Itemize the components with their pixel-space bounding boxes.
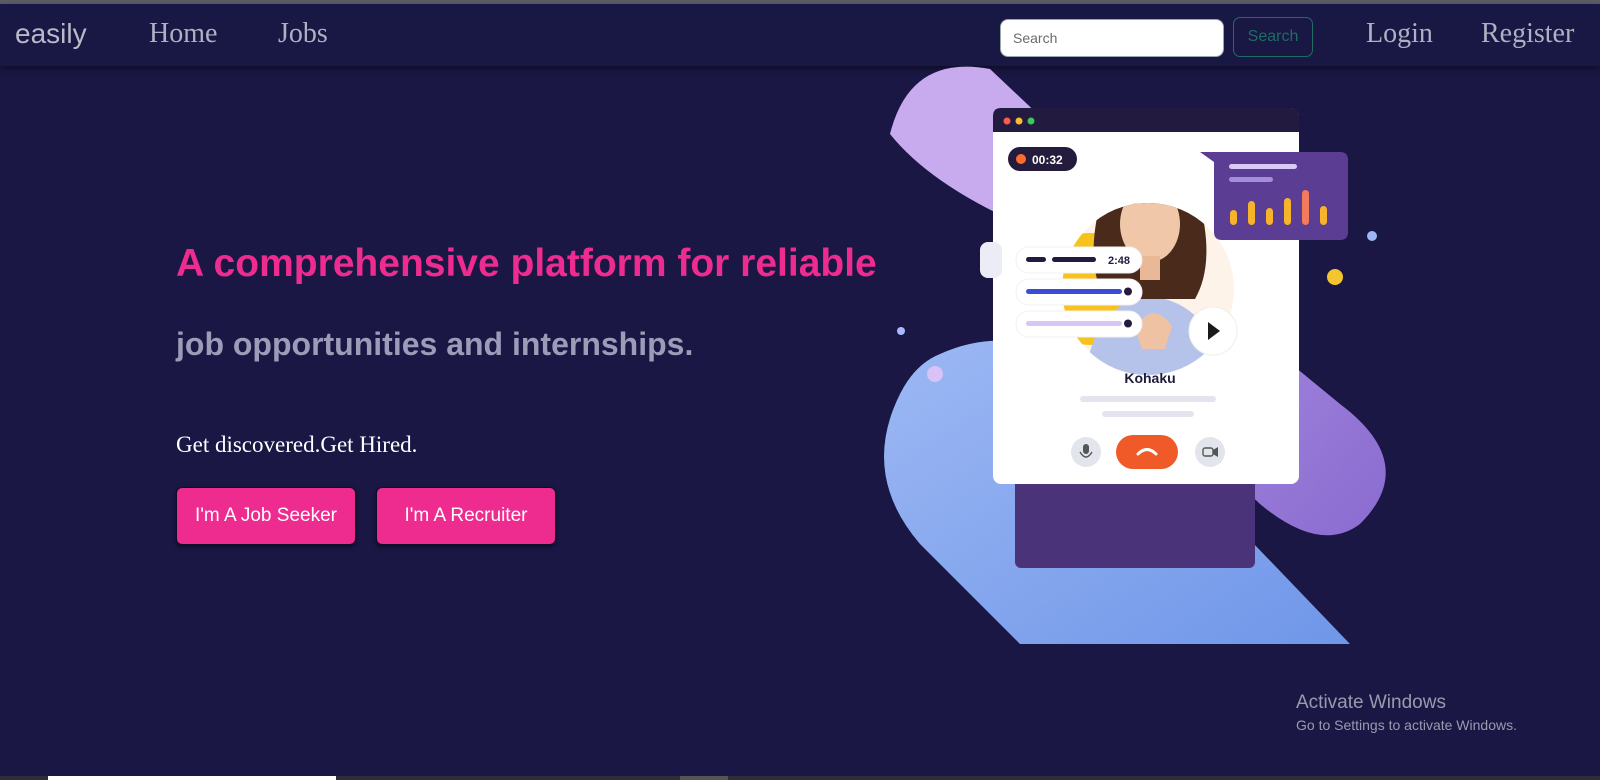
message-duration: 2:48 [1108,255,1130,267]
recruiter-button[interactable]: I'm A Recruiter [376,487,556,545]
window-close-dot-icon [1003,117,1011,125]
call-timer: 00:32 [1032,153,1063,167]
recording-dot-icon [1016,154,1026,164]
nav-link-jobs[interactable]: Jobs [278,18,328,50]
hero-subheadline: job opportunities and internships. [176,326,694,362]
window-max-dot-icon [1027,117,1035,125]
windows-activation-watermark: Activate Windows Go to Settings to activ… [1296,692,1517,733]
hero-illustration: 00:32 Kohaku 2:48 [884,66,1386,644]
search-button[interactable]: Search [1233,17,1313,57]
stats-chat-bubble [1200,152,1348,240]
job-seeker-button[interactable]: I'm A Job Seeker [176,487,356,545]
window-min-dot-icon [1015,117,1023,125]
nav-link-login[interactable]: Login [1366,18,1433,50]
hangup-button [1116,435,1178,469]
decor-dot-icon [1327,269,1343,285]
watermark-subtitle: Go to Settings to activate Windows. [1296,717,1517,733]
nav-link-register[interactable]: Register [1481,18,1574,50]
navbar: easily Home Jobs Search Login Register [0,4,1600,66]
caller-name: Kohaku [1124,370,1175,386]
camera-icon [1195,437,1225,467]
hero-tagline: Get discovered.Get Hired. [176,432,418,457]
decor-dot-icon [1367,231,1377,241]
decor-dot-icon [927,366,943,382]
hero-headline: A comprehensive platform for reliable [176,242,877,285]
decor-dot-icon [897,327,905,335]
brand-logo[interactable]: easily [15,18,87,50]
nav-link-home[interactable]: Home [149,18,217,50]
watermark-title: Activate Windows [1296,692,1446,713]
taskbar-active-indicator[interactable] [48,776,336,780]
search-input[interactable] [1000,19,1224,57]
taskbar-item[interactable] [680,776,728,780]
taskbar [0,776,1600,780]
